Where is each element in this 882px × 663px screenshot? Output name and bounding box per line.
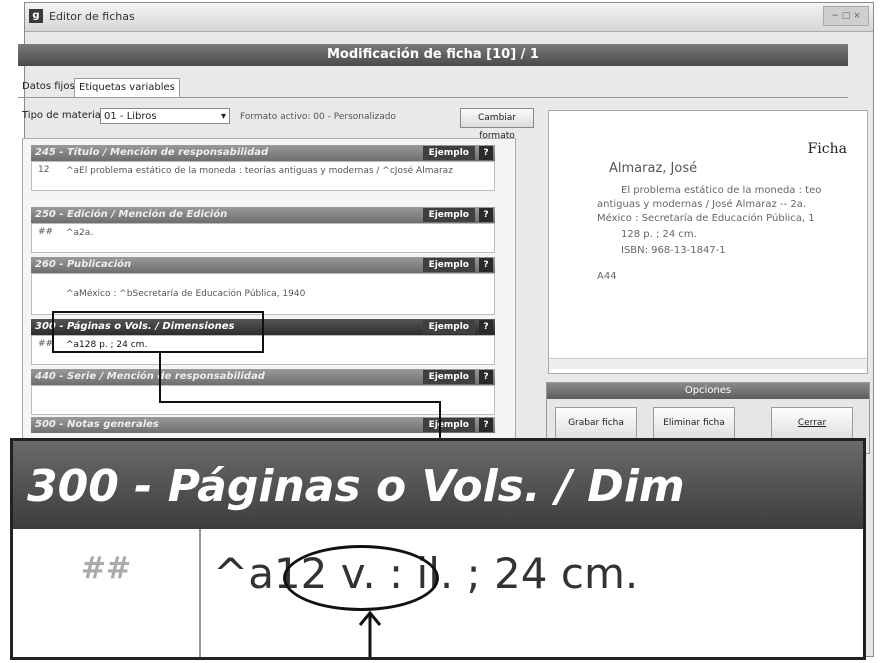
card-line: El problema estático de la moneda : teo	[621, 185, 822, 196]
example-button[interactable]: Ejemplo	[422, 258, 475, 272]
field-header: 250 - Edición / Mención de Edición Ejemp…	[31, 207, 495, 223]
card-preview: Ficha Almaraz, José El problema estático…	[548, 110, 868, 374]
material-type-select[interactable]: 01 - Libros ▾	[100, 108, 230, 124]
change-format-button[interactable]: Cambiar formato	[460, 108, 534, 141]
highlight-ellipse	[283, 545, 439, 611]
card-line: A44	[597, 271, 617, 282]
indicator: ##	[38, 339, 54, 349]
field-title: 500 - Notas generales	[35, 419, 159, 430]
app-icon: g	[29, 9, 43, 23]
field-header: 245 - Título / Mención de responsabilida…	[31, 145, 495, 161]
material-type-value: 01 - Libros	[104, 111, 157, 122]
material-type-label: Tipo de material:	[22, 110, 108, 121]
example-button[interactable]: Ejemplo	[422, 146, 475, 160]
field-245: 245 - Título / Mención de responsabilida…	[31, 145, 495, 191]
field-title: 250 - Edición / Mención de Edición	[35, 209, 228, 220]
window-controls[interactable]: − □ ×	[823, 6, 869, 26]
card-title: Ficha	[807, 141, 847, 157]
field-value: ^a2a.	[66, 228, 94, 238]
field-input[interactable]: ## ^a2a.	[31, 223, 495, 253]
highlight-box	[52, 311, 264, 353]
delete-card-button[interactable]: Eliminar ficha	[653, 407, 735, 439]
field-260: 260 - Publicación Ejemplo ? ^aMéxico : ^…	[31, 257, 495, 315]
zoom-indicator: ##	[13, 529, 201, 657]
field-value: ^aMéxico : ^bSecretaría de Educación Púb…	[66, 289, 306, 299]
card-line: ISBN: 968-13-1847-1	[621, 245, 726, 256]
card-line: 128 p. ; 24 cm.	[621, 229, 697, 240]
zoom-field-header: 300 - Páginas o Vols. / Dim	[13, 441, 863, 529]
form-header: Modificación de ficha [10] / 1	[18, 44, 848, 66]
horizontal-scrollbar[interactable]	[549, 358, 867, 369]
field-input[interactable]: ^aMéxico : ^bSecretaría de Educación Púb…	[31, 273, 495, 315]
help-button[interactable]: ?	[479, 418, 493, 432]
indicator: 12	[38, 165, 50, 175]
callout-connector	[159, 352, 441, 438]
chevron-down-icon: ▾	[220, 111, 226, 122]
field-title: 260 - Publicación	[35, 259, 132, 270]
tab-datos-fijos[interactable]: Datos fijos	[18, 78, 79, 96]
field-title: 245 - Título / Mención de responsabilida…	[35, 147, 269, 158]
tab-bar: Datos fijos Etiquetas variables	[18, 75, 848, 98]
field-250: 250 - Edición / Mención de Edición Ejemp…	[31, 207, 495, 253]
zoom-field-body: ## ^a12 v. : il. ; 24 cm.	[13, 529, 863, 657]
save-card-button[interactable]: Grabar ficha	[555, 407, 637, 439]
help-button[interactable]: ?	[479, 258, 493, 272]
tab-etiquetas-variables[interactable]: Etiquetas variables	[74, 78, 180, 97]
window-title: Editor de fichas	[49, 10, 135, 23]
title-bar: g Editor de fichas − □ ×	[25, 3, 873, 32]
card-author: Almaraz, José	[609, 161, 698, 176]
card-line: México : Secretaría de Educación Pública…	[597, 213, 815, 224]
field-header: 260 - Publicación Ejemplo ?	[31, 257, 495, 273]
close-button[interactable]: Cerrar	[771, 407, 853, 439]
help-button[interactable]: ?	[479, 320, 493, 334]
field-value: ^aEl problema estático de la moneda : te…	[66, 166, 453, 176]
zoom-callout: 300 - Páginas o Vols. / Dim ## ^a12 v. :…	[10, 438, 866, 660]
help-button[interactable]: ?	[479, 370, 493, 384]
indicator: ##	[38, 227, 54, 237]
field-input[interactable]: 12 ^aEl problema estático de la moneda :…	[31, 161, 495, 191]
arrow-up-icon	[358, 610, 382, 657]
help-button[interactable]: ?	[479, 146, 493, 160]
options-title: Opciones	[547, 383, 869, 399]
example-button[interactable]: Ejemplo	[422, 320, 475, 334]
active-format-label: Formato activo: 00 - Personalizado	[240, 112, 396, 122]
help-button[interactable]: ?	[479, 208, 493, 222]
example-button[interactable]: Ejemplo	[422, 208, 475, 222]
card-line: antiguas y modernas / José Almaraz -- 2a…	[597, 199, 806, 210]
